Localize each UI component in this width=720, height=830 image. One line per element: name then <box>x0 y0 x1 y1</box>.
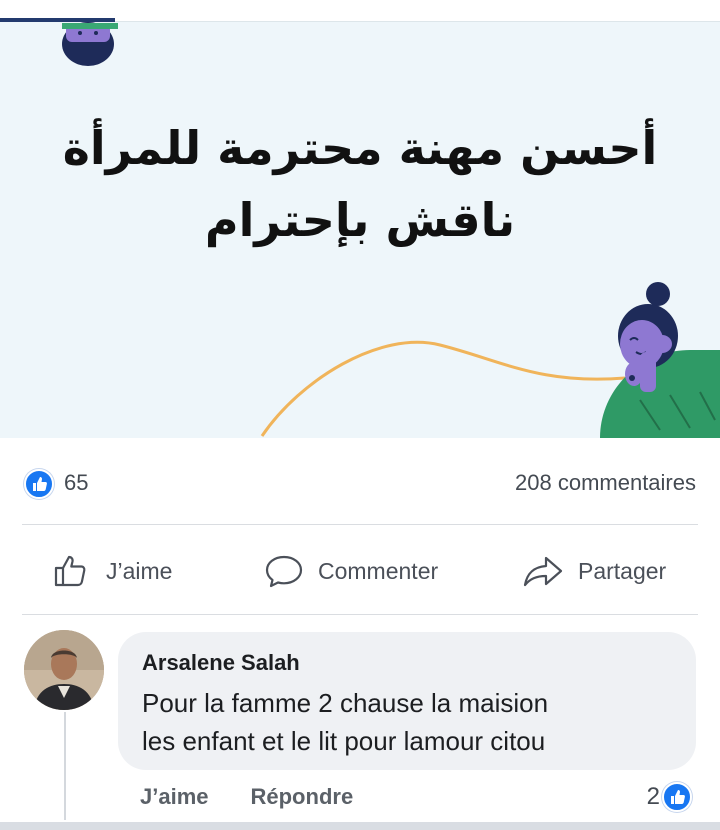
like-count[interactable]: 65 <box>64 470 88 496</box>
like-button-label: J’aime <box>106 557 173 584</box>
bottom-edge <box>0 822 720 830</box>
comment-actions: J’aime Répondre <box>140 784 395 814</box>
comment-text: Pour la famme 2 chause la maision les en… <box>142 684 682 760</box>
share-arrow-icon <box>523 556 563 587</box>
comment-count[interactable]: 208 commentaires <box>515 470 696 496</box>
post-image[interactable]: أحسن مهنة محترمة للمرأة ناقش بإحترام <box>0 0 720 438</box>
comment-reactions[interactable]: 2 <box>647 782 692 812</box>
actions-divider <box>22 614 698 615</box>
comment-bubble[interactable]: Arsalene Salah Pour la famme 2 chause la… <box>118 632 696 770</box>
comment-reply-button[interactable]: Répondre <box>251 784 354 814</box>
thumbs-up-outline-icon <box>54 555 86 587</box>
comment-like-count: 2 <box>646 783 660 810</box>
speech-bubble-icon <box>265 555 303 588</box>
comment-text-line-2: les enfant et le lit pour lamour citou <box>142 726 546 756</box>
like-icon[interactable] <box>24 469 54 499</box>
share-button-label: Partager <box>578 557 667 584</box>
like-button[interactable]: J’aime <box>52 548 172 594</box>
post-headline: أحسن مهنة محترمة للمرأة ناقش بإحترام <box>60 112 660 256</box>
comment-like-button[interactable]: J’aime <box>140 784 209 814</box>
like-icon <box>662 782 692 812</box>
stats-divider <box>22 524 698 525</box>
headline-line-1: أحسن مهنة محترمة للمرأة <box>62 121 658 175</box>
post-stats: 65 208 commentaires <box>0 458 720 506</box>
woman-figure <box>600 282 720 438</box>
comment-text-line-1: Pour la famme 2 chause la maision <box>142 688 549 718</box>
facebook-post-screen: أحسن مهنة محترمة للمرأة ناقش بإحترام 65 … <box>0 0 720 830</box>
phone-cord-curve <box>260 340 626 437</box>
share-button[interactable]: Partager <box>522 548 666 594</box>
avatar[interactable] <box>24 630 104 710</box>
reply-thread-line <box>64 712 66 820</box>
comment-button[interactable]: Commenter <box>264 548 438 594</box>
comment-button-label: Commenter <box>318 557 439 584</box>
top-left-figure <box>62 22 118 66</box>
comment-author[interactable]: Arsalene Salah <box>142 650 300 676</box>
headline-line-2: ناقش بإحترام <box>204 193 516 247</box>
